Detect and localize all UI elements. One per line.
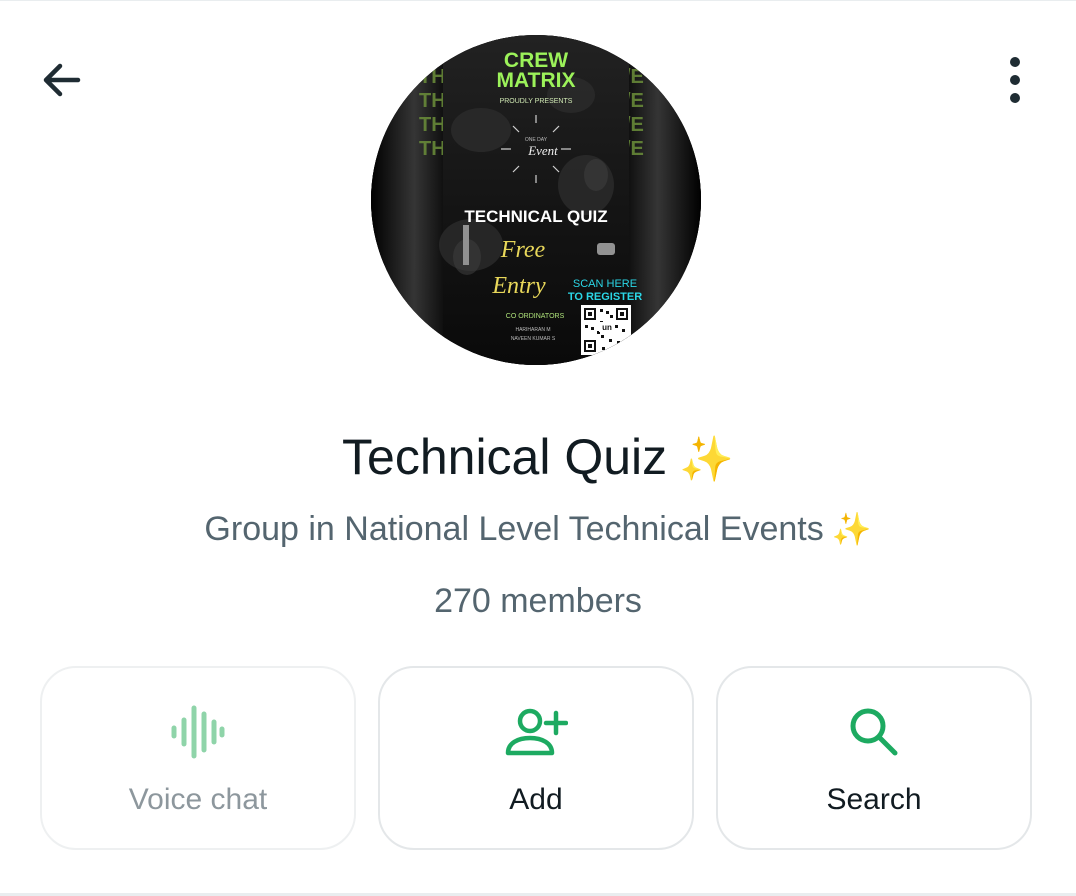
poster-coordinators: CO ORDINATORS xyxy=(506,313,565,320)
event-poster-image: TH TH TH TH /E /E /E /E CREW MATRIX PROU… xyxy=(371,35,701,365)
sparkles-emoji: ✨ xyxy=(831,511,872,547)
poster-quiz: TECHNICAL QUIZ xyxy=(464,207,607,226)
poster-name2: NAVEEN KUMAR S xyxy=(511,336,556,342)
add-label: Add xyxy=(509,783,563,816)
group-subtitle-text: Group in National Level Technical Events xyxy=(204,510,824,548)
poster-presents: PROUDLY PRESENTS xyxy=(500,98,573,105)
voice-chat-label: Voice chat xyxy=(128,783,268,816)
add-person-icon xyxy=(380,702,692,762)
more-options-button[interactable] xyxy=(986,48,1044,112)
side-text-left: TH xyxy=(419,66,446,88)
top-divider xyxy=(0,0,1076,1)
sparkles-emoji: ✨ xyxy=(679,435,734,484)
poster-register: TO REGISTER xyxy=(568,291,642,303)
back-button[interactable] xyxy=(30,48,94,112)
voice-chat-button[interactable]: Voice chat xyxy=(40,666,356,850)
poster-entry: Entry xyxy=(491,273,546,299)
poster-scan: SCAN HERE xyxy=(573,278,637,290)
poster-name1: HARIHARAN M xyxy=(515,327,550,333)
more-vertical-icon xyxy=(1010,57,1020,103)
group-title: Technical Quiz ✨ xyxy=(0,424,1076,493)
poster-title-line2: MATRIX xyxy=(497,69,576,92)
svg-text:un: un xyxy=(602,323,612,332)
members-count: 270 members xyxy=(434,582,642,620)
qr-code: un xyxy=(581,305,631,355)
group-avatar[interactable]: TH TH TH TH /E /E /E /E CREW MATRIX PROU… xyxy=(371,35,701,365)
poster-free: Free xyxy=(500,237,546,263)
group-title-text: Technical Quiz xyxy=(342,429,668,485)
group-subtitle[interactable]: Group in National Level Technical Events… xyxy=(0,506,1076,552)
side-text-left: TH xyxy=(419,90,446,112)
search-button[interactable]: Search xyxy=(716,666,1032,850)
search-icon xyxy=(718,702,1030,762)
poster-event: Event xyxy=(527,143,558,158)
side-text-left: TH xyxy=(419,114,446,136)
search-label: Search xyxy=(826,783,922,816)
side-text-left: TH xyxy=(419,138,446,160)
arrow-left-icon xyxy=(43,63,81,97)
group-info-screen: TH TH TH TH /E /E /E /E CREW MATRIX PROU… xyxy=(0,0,1076,896)
voice-wave-icon xyxy=(42,702,354,762)
add-button[interactable]: Add xyxy=(378,666,694,850)
